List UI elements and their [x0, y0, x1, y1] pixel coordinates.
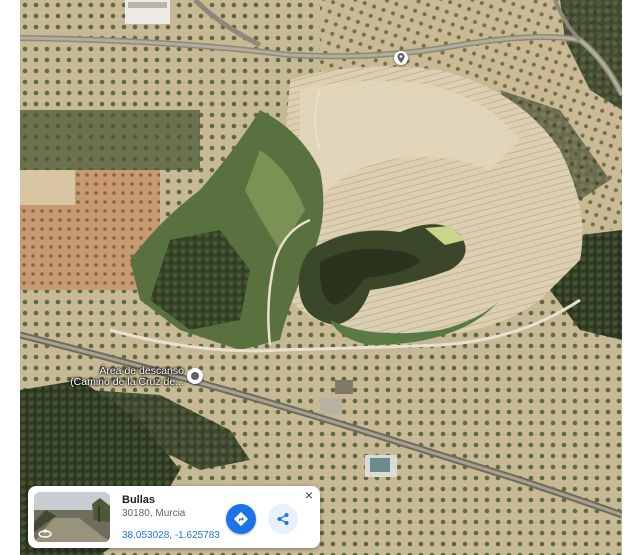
place-title: Bullas — [122, 494, 156, 506]
poi-label[interactable]: Área de descanso (Camino de la Cruz de..… — [70, 366, 184, 388]
share-button[interactable] — [268, 504, 298, 534]
share-icon — [277, 513, 289, 525]
directions-icon — [233, 511, 249, 527]
satellite-terrain — [20, 0, 622, 555]
poi-label-line2: (Camino de la Cruz de... — [70, 376, 184, 388]
street-view-icon — [38, 529, 52, 538]
pin-glyph-icon — [397, 53, 405, 63]
place-address: 30180, Murcia — [122, 508, 186, 519]
place-coordinates[interactable]: 38.053028, -1.625783 — [122, 530, 220, 541]
map-marker-icon[interactable] — [394, 51, 408, 65]
rest-area-pin-icon[interactable] — [187, 368, 203, 384]
pin-dot — [191, 372, 199, 380]
directions-button[interactable] — [226, 504, 256, 534]
satellite-map[interactable]: Área de descanso (Camino de la Cruz de..… — [20, 0, 622, 555]
street-view-thumbnail[interactable] — [34, 492, 110, 542]
place-card[interactable]: Bullas 30180, Murcia 38.053028, -1.62578… — [28, 486, 320, 548]
close-button[interactable]: × — [302, 488, 316, 502]
